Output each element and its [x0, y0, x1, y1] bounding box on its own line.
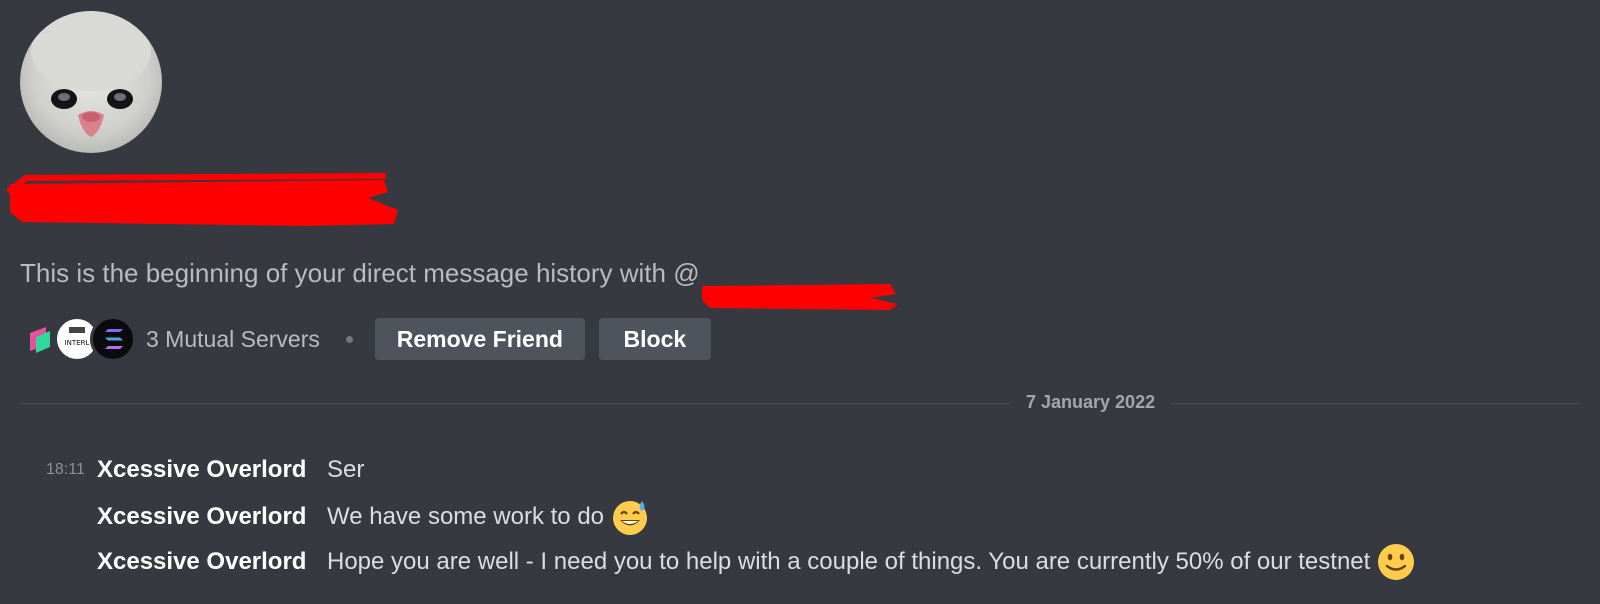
user-avatar[interactable]: [20, 11, 162, 153]
interlay-icon-text: INTERL: [65, 339, 90, 347]
remove-friend-button[interactable]: Remove Friend: [374, 318, 585, 360]
message-text: Hope you are well - I need you to help w…: [327, 548, 1371, 575]
dm-intro-label: This is the beginning of your direct mes…: [20, 258, 700, 288]
message-author[interactable]: Xcessive Overlord: [97, 548, 306, 576]
separator-dot: [345, 335, 353, 343]
date-divider-label: 7 January 2022: [1010, 392, 1172, 413]
mutual-server-icons[interactable]: INTERL: [24, 316, 136, 362]
message-author[interactable]: Xcessive Overlord: [97, 456, 306, 484]
message-timestamp[interactable]: 18:11: [46, 461, 85, 479]
sweat-smile-emoji-icon[interactable]: [610, 497, 650, 537]
message-text-wrap: Ser: [327, 456, 364, 484]
redacted-username: [6, 172, 406, 232]
message-author[interactable]: Xcessive Overlord: [97, 503, 306, 531]
message-text-wrap: We have some work to do: [327, 497, 650, 537]
solana-logo-icon: [90, 316, 136, 362]
message-text: We have some work to do: [327, 503, 605, 530]
message-text-wrap: Hope you are well - I need you to help w…: [327, 542, 1416, 582]
message-text: Ser: [327, 456, 365, 483]
mutual-servers-row: INTERL 3 Mutual Servers Remove Friend Bl…: [24, 316, 725, 362]
date-divider-line: [20, 403, 1580, 404]
mutual-servers-label[interactable]: 3 Mutual Servers: [146, 326, 320, 353]
slight-smile-emoji-icon[interactable]: [1376, 542, 1416, 582]
dm-intro-text: This is the beginning of your direct mes…: [20, 258, 900, 310]
cat-photo-icon: [31, 11, 151, 137]
block-button[interactable]: Block: [598, 318, 711, 360]
